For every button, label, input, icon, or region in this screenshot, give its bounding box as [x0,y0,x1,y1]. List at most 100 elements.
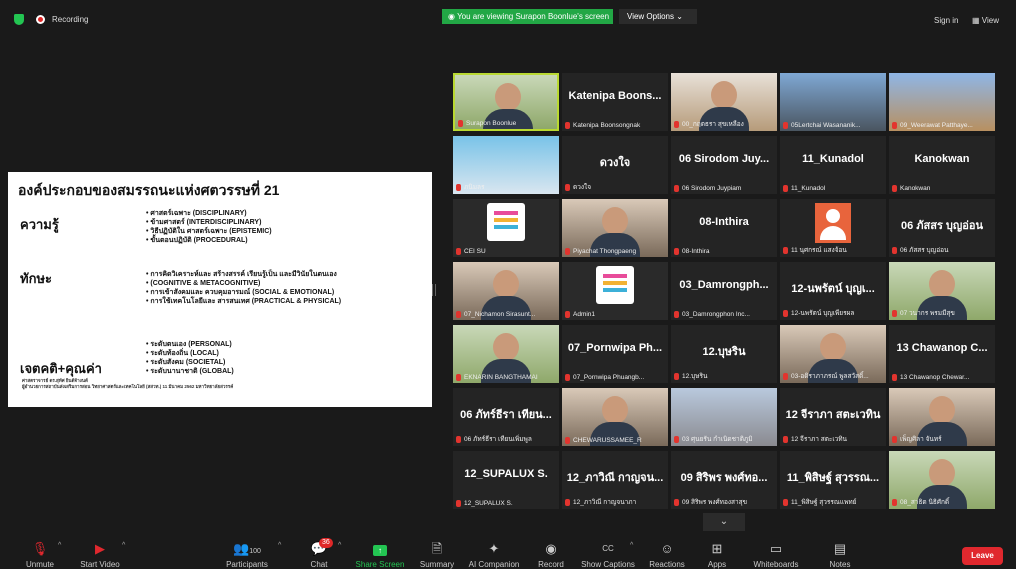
participant-display-name: 06 ภัสสร บุญอ่อน [900,220,984,232]
mic-muted-icon [892,309,897,317]
participant-name-text: 08_สาธิต นิธิศักดิ์ [900,499,950,506]
start-video-button[interactable]: ▶ Start Video [72,536,128,569]
mic-muted-icon [565,310,570,318]
captions-chevron-icon[interactable]: ^ [630,542,633,549]
participants-chevron-icon[interactable]: ^ [278,542,281,549]
summary-button[interactable]: 🗎 Summary [416,536,458,569]
participant-name-text: ภนิมลร [464,184,485,191]
attitudes-list: ระดับตนเอง (PERSONAL) ระดับท้องถิ่น (LOC… [146,340,233,376]
participant-tile[interactable]: 09 สิริพร พงศ์ทอ... 09 สิริพร พงศ์ทองสาสุ… [671,451,777,509]
participant-name-text: Surapon Boonlue [466,120,517,127]
shared-screen-slide: องค์ประกอบของสมรรถนะแห่งศตวรรษที่ 21 ควา… [8,172,432,407]
participant-tile[interactable]: Katenipa Boons... Katenipa Boonsongnak [562,73,668,131]
participant-tile[interactable]: 03 ศุนยรัน กำเนิดชาติภูมิ [671,388,777,446]
participant-tile[interactable]: 07 วนากร พรมมีสุข [889,262,995,320]
mic-muted-icon [674,184,679,192]
participant-tile[interactable]: 07_Pornwipa Ph... 07_Pornwipa Phuangb... [562,325,668,383]
record-label: Record [538,560,564,569]
participant-tile[interactable]: 08-Inthira 08-Inthira [671,199,777,257]
leave-button[interactable]: Leave [962,547,1003,565]
participant-name-label: 03 ศุนยรัน กำเนิดชาติภูมิ [674,434,775,444]
slide-list-item: ขั้นตอนปฏิบัติ (PROCEDURAL) [146,236,272,245]
participant-tile[interactable]: 06 ภัสสร บุญอ่อน 06 ภัสสร บุญอ่อน [889,199,995,257]
participant-tile[interactable]: 09_Weerawat Patthaye... [889,73,995,131]
recording-icon [36,15,45,24]
participant-name-label: 09 สิริพร พงศ์ทองสาสุข [674,497,775,507]
smiley-plus-icon: ☺ [660,541,674,556]
view-label: View [981,16,999,25]
viewing-banner: ◉ You are viewing Surapon Boonlue's scre… [442,9,613,24]
participant-tile[interactable]: CEI SU [453,199,559,257]
participant-tile[interactable]: ดวงใจ ดวงใจ [562,136,668,194]
participant-name-label: 08_สาธิต นิธิศักดิ์ [892,497,993,507]
mic-muted-icon [892,121,897,129]
chat-chevron-icon[interactable]: ^ [338,542,341,549]
participant-tile[interactable]: Surapon Boonlue [453,73,559,131]
participant-tile[interactable]: 12 จีราภา สตะเวทิน 12 จีราภา สตะเวทิน [780,388,886,446]
sign-in-button[interactable]: Sign in [934,16,958,25]
participant-name-label: 09_Weerawat Patthaye... [892,121,993,129]
participant-name-text: 07 วนากร พรมมีสุข [900,310,955,317]
show-captions-button[interactable]: CC Show Captions [578,536,638,569]
mic-icon: ◉ [448,12,458,21]
participant-tile[interactable]: 08_สาธิต นิธิศักดิ์ [889,451,995,509]
participant-tile[interactable]: ภนิมลร [453,136,559,194]
participant-name-label: 07_Pornwipa Phuangb... [565,373,666,381]
mic-muted-icon [783,372,788,380]
view-button[interactable]: ▦ View [972,16,999,25]
participant-tile[interactable]: 11_Kunadol 11_Kunadol [780,136,886,194]
share-screen-button[interactable]: ↑ Share Screen [352,536,408,569]
participant-tile[interactable]: 11 นุศกรณ์ แสงจ้อน [780,199,886,257]
participant-display-name: 12-นพรัตน์ บุญเ... [791,283,875,295]
slide-list-item: วิธีปฏิบัติใน ศาสตร์เฉพาะ (EPISTEMIC) [146,227,271,236]
video-options-chevron-icon[interactable]: ^ [122,542,125,549]
chat-button[interactable]: 💬 36 Chat [302,536,336,569]
view-options-button[interactable]: View Options ⌄ [619,9,697,24]
participant-name-text: 12_SUPALUX S. [464,500,513,507]
mic-muted-icon [783,498,788,506]
security-shield-icon[interactable] [14,14,24,25]
record-button[interactable]: ◉ Record [532,536,570,569]
participant-tile[interactable]: 03-อดิราภาภรณ์ พูลสวัสดิ์... [780,325,886,383]
participant-name-label: เพ็ญศิลา จันทร์ [892,434,993,444]
reactions-button[interactable]: ☺ Reactions [646,536,688,569]
mic-muted-icon [674,435,679,443]
whiteboards-button[interactable]: ▭ Whiteboards [748,536,804,569]
split-view-handle[interactable] [432,284,436,296]
participant-tile[interactable]: 12.บุษริน 12.บุษริน [671,325,777,383]
participant-tile[interactable]: Piyachat Thongpaeng [562,199,668,257]
participant-tile[interactable]: Admin1 [562,262,668,320]
participant-tile[interactable]: EKNARIN BANGTHAMAI [453,325,559,383]
apps-button[interactable]: ⊞ Apps [700,536,734,569]
notes-button[interactable]: ▤ Notes [822,536,858,569]
participant-tile[interactable]: 07_Nichamon Sirasunt... [453,262,559,320]
mic-muted-icon [456,247,461,255]
participant-tile[interactable]: CHEWARUSSAMEE_R [562,388,668,446]
participant-tile[interactable]: 00_กฤตธรา สุขเหลือง [671,73,777,131]
participant-tile[interactable]: 05Lertchai Wasananik... [780,73,886,131]
gallery-chevron-down-icon[interactable]: ⌄ [703,513,745,531]
recording-label: Recording [52,15,89,24]
participant-tile[interactable]: Kanokwan Kanokwan [889,136,995,194]
participant-tile[interactable]: 06 ภัทร์ธีรา เทียน... 06 ภัทร์ธีรา เทียนเ… [453,388,559,446]
participant-tile[interactable]: เพ็ญศิลา จันทร์ [889,388,995,446]
unmute-button[interactable]: 🎙 Unmute [20,536,60,569]
mic-muted-icon [783,246,788,254]
participant-name-text: CHEWARUSSAMEE_R [573,437,642,444]
participant-tile[interactable]: 03_Damrongph... 03_Damrongphon Inc... [671,262,777,320]
participant-tile[interactable]: 12_ภาวิณี กาญจน... 12_ภาวิณี กาญจนาภา [562,451,668,509]
participant-tile[interactable]: 06 Sirodom Juy... 06 Sirodom Juypiam [671,136,777,194]
ai-companion-button[interactable]: ✦ AI Companion [466,536,522,569]
participant-tile[interactable]: 11_พิสิษฐ์ สุวรรณ... 11_พิสิษฐ์ สุวรรณแพท… [780,451,886,509]
reactions-label: Reactions [649,560,685,569]
participants-icon: 👥100 [233,541,261,556]
participant-name-label: 11_พิสิษฐ์ สุวรรณแพทย์ [783,497,884,507]
participant-tile[interactable]: 13 Chawanop C... 13 Chawanop Chewar... [889,325,995,383]
mic-muted-icon [783,435,788,443]
participant-tile[interactable]: 12-นพรัตน์ บุญเ... 12-นพรัตน์ บุญเพียรผล [780,262,886,320]
participant-display-name: 12_SUPALUX S. [464,468,548,480]
participant-name-label: ดวงใจ [565,182,666,192]
audio-options-chevron-icon[interactable]: ^ [58,542,61,549]
participant-tile[interactable]: 12_SUPALUX S. 12_SUPALUX S. [453,451,559,509]
participants-button[interactable]: 👥100 Participants [222,536,272,569]
